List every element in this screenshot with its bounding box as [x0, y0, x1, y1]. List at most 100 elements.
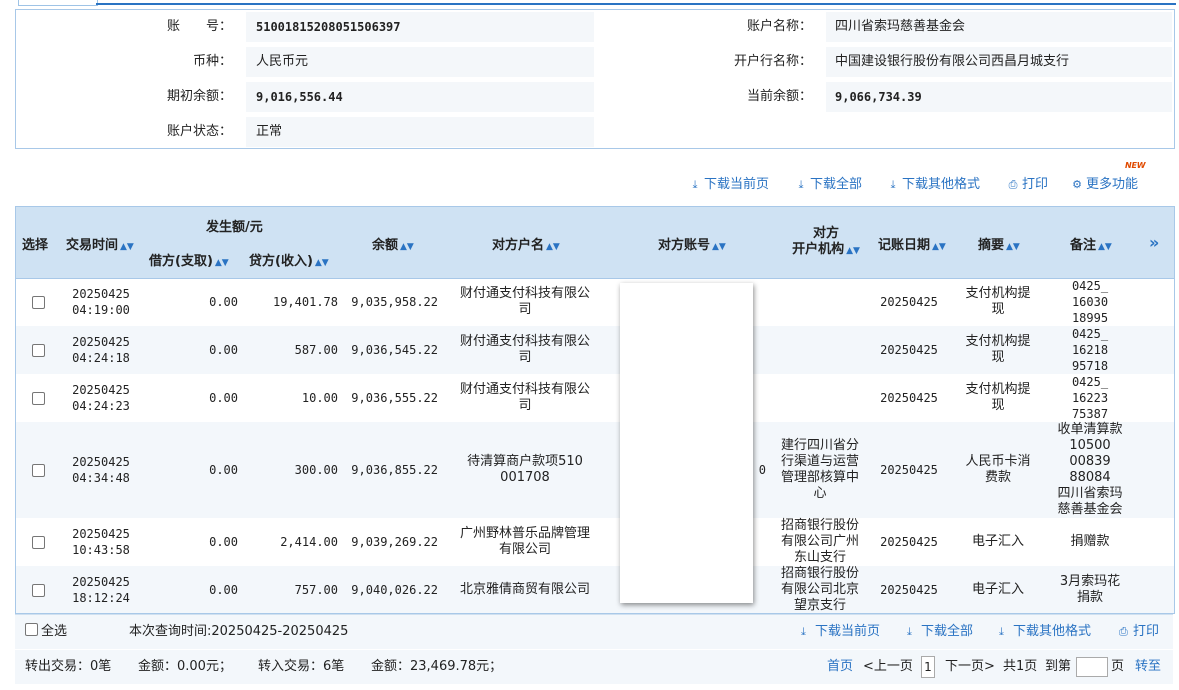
debit-amount: 0.00: [209, 391, 238, 405]
header-counterparty-name[interactable]: 对方户名 ▲▼: [492, 234, 560, 253]
row-checkbox[interactable]: [31, 295, 45, 309]
footer-print-button[interactable]: ⎙ 打印: [1119, 615, 1159, 649]
counterparty-name-cell: 北京雅倩商贸有限公司: [444, 566, 606, 613]
cell-text: 支付机构提现: [965, 334, 1030, 366]
row-checkbox[interactable]: [31, 343, 45, 357]
gear-icon: ⚙: [1072, 178, 1082, 191]
sort-icon: ▲▼: [120, 242, 134, 252]
header-summary[interactable]: 摘要 ▲▼: [978, 234, 1020, 253]
download-other-format-button[interactable]: ⤓ 下载其他格式: [886, 173, 980, 192]
cell-line: 0425_: [1071, 279, 1109, 293]
summary-cell: 支付机构提现: [952, 374, 1044, 422]
print-button[interactable]: ⎙ 打印: [1006, 173, 1048, 192]
counterparty-line: 广州野林普乐品牌管理: [459, 526, 590, 541]
trade-time-cell: 20250425 04:24:18: [60, 326, 142, 374]
download-current-page-button[interactable]: ⤓ 下载当前页: [688, 173, 769, 192]
credit-cell: 10.00: [238, 374, 338, 422]
cell-text: 20250425 04:34:48: [72, 454, 130, 486]
balance-cell: 9,039,269.22: [338, 518, 438, 566]
counterparty-line: 有限公司: [498, 542, 551, 557]
debit-cell: 0.00: [142, 422, 238, 518]
select-all-checkbox[interactable]: [25, 623, 38, 636]
header-counterparty-bank[interactable]: 对方 开户机构 ▲▼: [786, 226, 866, 259]
account-no-label: 账 号：: [166, 19, 232, 34]
balance-amount: 9,040,026.22: [351, 583, 438, 597]
trade-date: 20250425: [72, 455, 130, 469]
cell-line: 88084: [1069, 470, 1111, 485]
cell-text: 北京雅倩商贸有限公司: [460, 582, 590, 598]
cell-line: 望京支行: [793, 598, 846, 613]
remark-cell: 捐赠款: [1046, 518, 1134, 566]
current-balance-label: 当前余额：: [746, 89, 812, 104]
summary-line: 电子汇入: [971, 582, 1024, 597]
download-icon: ⤓: [798, 178, 804, 191]
counterparty-name-cell: 广州野林普乐品牌管理 有限公司: [444, 518, 606, 566]
post-date: 20250425: [880, 343, 938, 357]
cell-line: 95718: [1071, 359, 1109, 373]
top-tab-strip: [0, 0, 1179, 8]
out-transaction-count: 转出交易：0笔: [25, 659, 112, 674]
row-select-cell: [16, 374, 60, 422]
cell-text: 0425_ 16223 75387: [1072, 374, 1108, 422]
cell-line: 捐赠款: [1070, 534, 1110, 549]
first-page-link[interactable]: 首页: [827, 650, 853, 684]
debit-cell: 0.00: [142, 566, 238, 613]
header-trade-time[interactable]: 交易时间 ▲▼: [66, 234, 134, 253]
summary-line: 费款: [984, 470, 1011, 485]
row-checkbox[interactable]: [31, 535, 45, 549]
goto-page-input[interactable]: [1076, 656, 1108, 677]
post-date: 20250425: [880, 583, 938, 597]
footer-download-all-button[interactable]: ⤓ 下载全部: [907, 615, 973, 649]
account-status-value: 正常: [256, 124, 283, 139]
credit-amount: 19,401.78: [272, 295, 338, 309]
cell-text: 20250425 10:43:58: [72, 526, 130, 558]
header-debit[interactable]: 借方(支取) ▲▼: [149, 250, 229, 269]
query-time-text: 本次查询时间:20250425-20250425: [129, 624, 349, 639]
printer-icon: ⎙: [1008, 178, 1018, 191]
trade-date: 20250425: [72, 527, 130, 541]
cell-line: 0425_: [1071, 375, 1109, 389]
printer-icon: ⎙: [1119, 625, 1128, 638]
trade-time-cell: 20250425 04:24:23: [60, 374, 142, 422]
counterparty-bank-cell: [774, 278, 866, 326]
download-all-button[interactable]: ⤓ 下载全部: [794, 173, 862, 192]
footer-download-current-page-button[interactable]: ⤓ 下载当前页: [801, 615, 880, 649]
more-functions-button[interactable]: ⚙ 更多功能: [1070, 173, 1138, 192]
credit-cell: 2,414.00: [238, 518, 338, 566]
row-checkbox[interactable]: [31, 391, 45, 405]
header-credit[interactable]: 贷方(收入) ▲▼: [249, 250, 329, 269]
balance-amount: 9,036,855.22: [351, 463, 438, 477]
trade-time: 04:19:00: [72, 303, 130, 317]
row-checkbox[interactable]: [31, 583, 45, 597]
cell-text: 待清算商户款项510 001708: [467, 454, 583, 486]
more-columns-icon[interactable]: »: [1149, 233, 1159, 252]
remark-cell: 0425_ 16218 95718: [1046, 326, 1134, 374]
trade-time-cell: 20250425 04:19:00: [60, 278, 142, 326]
table-row: 20250425 04:34:48 0.00 300.00 9,036,855.22 待清…: [16, 422, 1174, 518]
select-all-control[interactable]: 全选: [25, 615, 67, 649]
cell-line: 16223: [1071, 391, 1109, 405]
active-tab[interactable]: [18, 0, 98, 6]
post-date-cell: 20250425: [868, 518, 950, 566]
info-row-status: 账户状态： 正常: [16, 115, 1174, 149]
cell-line: 10500: [1069, 438, 1111, 453]
goto-page-button[interactable]: 转至: [1135, 650, 1161, 684]
credit-amount: 757.00: [294, 583, 338, 597]
row-checkbox[interactable]: [31, 463, 45, 477]
cell-line: 18995: [1071, 311, 1109, 325]
summary-line: 支付机构提: [965, 334, 1031, 349]
header-balance[interactable]: 余额 ▲▼: [372, 234, 414, 253]
sort-icon: ▲▼: [1006, 242, 1020, 252]
footer-download-other-format-button[interactable]: ⤓ 下载其他格式: [999, 615, 1091, 649]
prev-page-link[interactable]: <上一页: [863, 650, 913, 684]
table-row: 20250425 04:24:23 0.00 10.00 9,036,555.22 财付通…: [16, 374, 1174, 422]
header-counterparty-account[interactable]: 对方账号 ▲▼: [658, 234, 726, 253]
next-page-link[interactable]: 下一页>: [945, 650, 995, 684]
post-date-cell: 20250425: [868, 326, 950, 374]
header-remark[interactable]: 备注 ▲▼: [1070, 234, 1112, 253]
post-date-cell: 20250425: [868, 278, 950, 326]
header-post-date[interactable]: 记账日期 ▲▼: [878, 234, 946, 253]
credit-cell: 757.00: [238, 566, 338, 613]
debit-cell: 0.00: [142, 518, 238, 566]
table-row: 20250425 10:43:58 0.00 2,414.00 9,039,269.22…: [16, 518, 1174, 566]
